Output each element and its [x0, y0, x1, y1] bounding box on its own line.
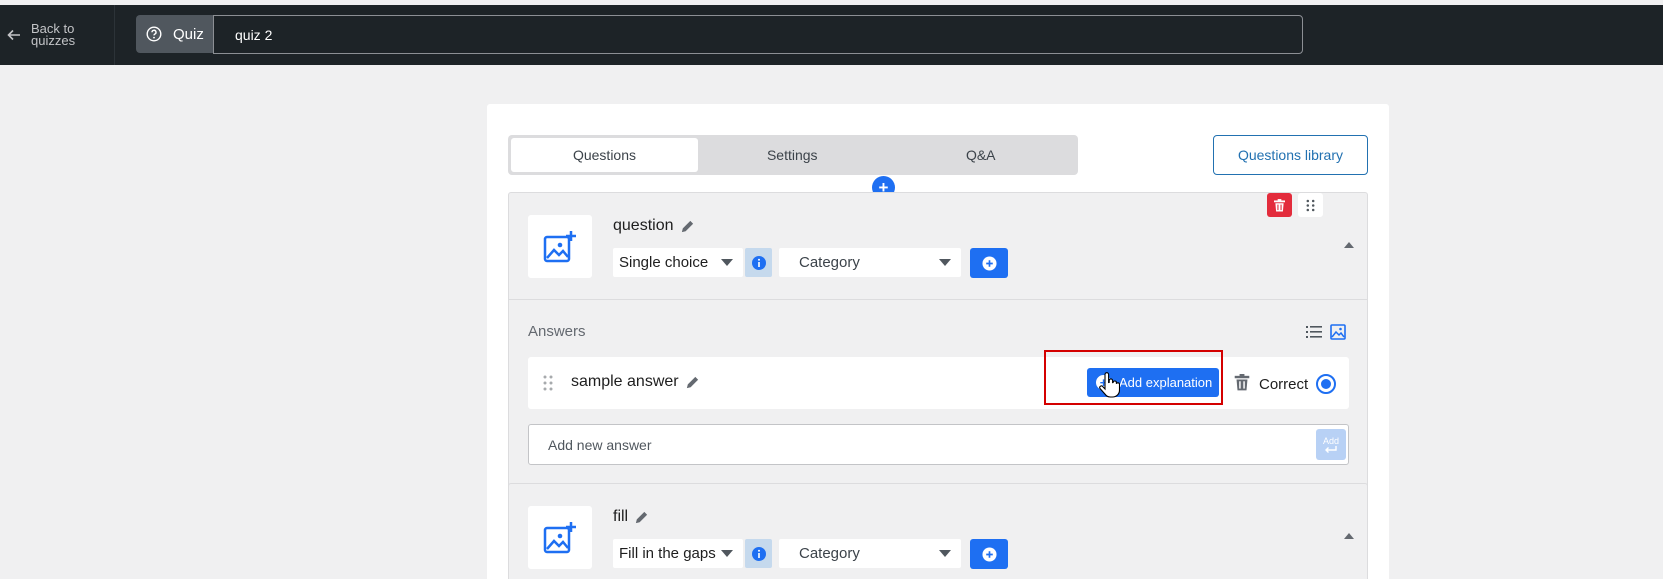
question-title[interactable]: fill — [613, 508, 649, 526]
add-category-button[interactable] — [970, 539, 1008, 569]
question-header: question Single choice Category — [509, 193, 1367, 299]
pencil-icon — [686, 376, 698, 388]
chevron-down-icon — [939, 259, 951, 266]
quiz-type-label: Quiz — [136, 15, 214, 53]
back-label: Back to quizzes — [31, 21, 76, 48]
question-title[interactable]: question — [613, 217, 695, 235]
tab-settings[interactable]: Settings — [698, 138, 887, 172]
image-add-icon — [543, 521, 576, 553]
correct-label: Correct — [1259, 375, 1309, 393]
answer-text[interactable]: sample answer — [571, 373, 700, 391]
pencil-icon — [635, 511, 648, 523]
chevron-up-icon[interactable] — [1343, 240, 1355, 250]
image-add-icon — [543, 230, 576, 262]
new-answer-input[interactable] — [528, 424, 1349, 465]
add-explanation-label: Add explanation — [1119, 375, 1213, 390]
question-type-info-button[interactable] — [745, 248, 772, 277]
question-title-text: fill — [613, 508, 629, 525]
correct-radio[interactable] — [1316, 374, 1337, 394]
category-select[interactable]: Category — [779, 539, 961, 568]
tab-questions[interactable]: Questions — [511, 138, 698, 172]
plus-icon — [981, 546, 997, 562]
info-icon — [751, 255, 766, 270]
answer-row: sample answer + Add explanation Correct — [528, 350, 1349, 409]
back-to-quizzes-link[interactable]: Back to quizzes — [0, 5, 115, 65]
question-type-select[interactable]: Single choice — [613, 248, 743, 277]
question-circle-icon — [146, 26, 162, 42]
quiz-label-text: Quiz — [173, 25, 204, 43]
category-placeholder: Category — [799, 545, 860, 562]
question-type-select[interactable]: Fill in the gaps — [613, 539, 743, 568]
drag-handle-icon[interactable] — [542, 374, 554, 392]
list-view-icon[interactable] — [1306, 324, 1322, 340]
answer-text-value: sample answer — [571, 373, 679, 390]
question-title-text: question — [613, 217, 674, 234]
drag-grid-icon — [1306, 199, 1315, 211]
chevron-down-icon — [939, 550, 951, 557]
category-select[interactable]: Category — [779, 248, 961, 277]
question-block: fill Fill in the gaps Category — [508, 483, 1368, 579]
add-answer-label: Add — [1322, 435, 1339, 446]
delete-question-button[interactable] — [1267, 193, 1292, 217]
correct-answer-toggle[interactable]: Correct — [1259, 374, 1337, 394]
quiz-title-input[interactable] — [213, 15, 1303, 54]
question-header: fill Fill in the gaps Category — [509, 484, 1367, 579]
question-type-info-button[interactable] — [745, 539, 772, 568]
answers-section: Answers sample answer + Add explanation … — [509, 299, 1367, 490]
enter-icon — [1325, 445, 1337, 453]
info-icon — [751, 546, 766, 561]
quiz-editor-topbar: Back to quizzes Quiz — [0, 5, 1663, 65]
builder-tabs: Questions Settings Q&A — [508, 135, 1078, 175]
quiz-builder-card: Questions Settings Q&A Questions library… — [487, 104, 1389, 579]
question-type-value: Fill in the gaps — [619, 545, 716, 562]
pencil-icon — [681, 220, 693, 232]
question-image-upload[interactable] — [528, 506, 592, 569]
tab-qa[interactable]: Q&A — [887, 138, 1076, 172]
chevron-up-icon[interactable] — [1343, 531, 1355, 541]
plus-icon: + — [1096, 375, 1111, 390]
category-placeholder: Category — [799, 254, 860, 271]
image-view-icon[interactable] — [1330, 324, 1346, 340]
add-answer-button[interactable]: Add — [1316, 429, 1346, 460]
chevron-down-icon — [721, 259, 733, 266]
trash-icon[interactable] — [1234, 374, 1250, 391]
trash-icon — [1274, 198, 1285, 211]
questions-library-button[interactable]: Questions library — [1213, 135, 1368, 175]
add-explanation-button[interactable]: + Add explanation — [1087, 368, 1219, 397]
chevron-down-icon — [721, 550, 733, 557]
arrow-left-icon — [7, 29, 20, 41]
answers-label: Answers — [528, 323, 586, 340]
plus-icon — [981, 255, 997, 271]
question-image-upload[interactable] — [528, 215, 592, 278]
question-type-value: Single choice — [619, 254, 709, 271]
question-block: question Single choice Category Answers … — [508, 192, 1368, 489]
add-category-button[interactable] — [970, 248, 1008, 278]
drag-question-handle[interactable] — [1298, 193, 1323, 217]
